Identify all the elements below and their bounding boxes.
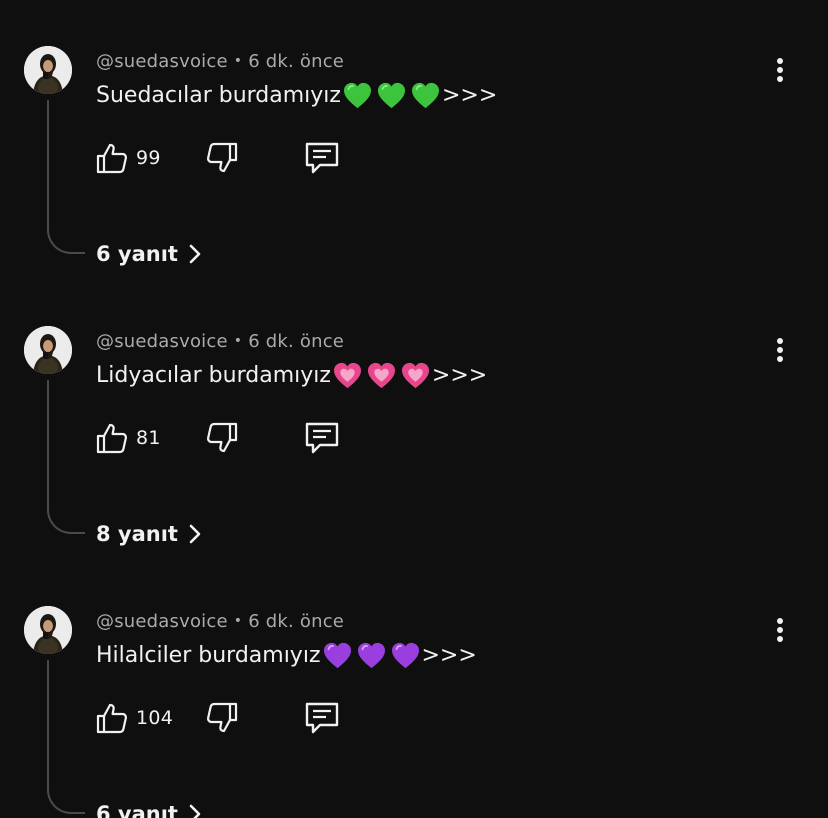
pink-heart-icon (367, 362, 395, 389)
purple-heart-icon (323, 642, 351, 669)
comment-body: Lidyacılar burdamıyız (96, 363, 331, 388)
thumbs-up-icon (96, 143, 127, 174)
purple-heart-icon (357, 642, 385, 669)
comment-time: 6 dk. önce (248, 331, 345, 352)
comment-actions: 99 (96, 140, 356, 176)
more-vertical-icon (777, 58, 783, 82)
comment-actions: 81 (96, 420, 356, 456)
meta-separator: • (233, 613, 243, 629)
more-vertical-icon (777, 338, 783, 362)
comment-icon (305, 142, 339, 174)
reply-button[interactable] (304, 700, 340, 736)
more-actions-button[interactable] (766, 56, 794, 84)
reply-button[interactable] (304, 420, 340, 456)
avatar[interactable] (24, 326, 72, 374)
green-heart-icon (411, 82, 439, 109)
comment-icon (305, 702, 339, 734)
green-heart-icon (377, 82, 405, 109)
comment-meta: @suedasvoice • 6 dk. önce (96, 51, 344, 72)
comment-suffix: >>> (431, 363, 488, 388)
reply-button[interactable] (304, 140, 340, 176)
comment-item: @suedasvoice • 6 dk. önce Lidyacılar burda… (0, 280, 828, 560)
comments-feed: @suedasvoice • 6 dk. önce Suedacılar burda… (0, 0, 828, 818)
thumbs-down-icon (207, 422, 238, 453)
comment-item: @suedasvoice • 6 dk. önce Suedacılar burda… (0, 0, 828, 280)
chevron-right-icon (189, 244, 201, 264)
author-handle[interactable]: @suedasvoice (96, 611, 228, 632)
comment-text: Hilalciler burdamıyız >>> (96, 642, 477, 669)
comment-actions: 104 (96, 700, 356, 736)
comment-icon (305, 422, 339, 454)
comment-meta: @suedasvoice • 6 dk. önce (96, 331, 344, 352)
dislike-button[interactable] (206, 700, 238, 736)
like-count: 81 (136, 427, 161, 449)
more-actions-button[interactable] (766, 336, 794, 364)
comment-suffix: >>> (421, 643, 477, 668)
thumbs-down-icon (207, 702, 238, 733)
green-heart-icon (343, 82, 371, 109)
comment-meta: @suedasvoice • 6 dk. önce (96, 611, 344, 632)
pink-heart-emojis (333, 362, 430, 389)
like-count: 99 (136, 147, 161, 169)
avatar[interactable] (24, 46, 72, 94)
replies-count-label: 6 yanıt (96, 802, 178, 818)
green-heart-emojis (343, 82, 440, 109)
meta-separator: • (233, 53, 243, 69)
like-button[interactable]: 81 (96, 420, 161, 456)
dislike-button[interactable] (206, 140, 238, 176)
more-vertical-icon (777, 618, 783, 642)
author-handle[interactable]: @suedasvoice (96, 51, 228, 72)
thumbs-up-icon (96, 423, 127, 454)
reply-thread-line (47, 660, 85, 814)
replies-count-label: 8 yanıt (96, 522, 178, 546)
pink-heart-icon (401, 362, 429, 389)
comment-item: @suedasvoice • 6 dk. önce Hilalciler burda… (0, 560, 828, 818)
like-count: 104 (136, 707, 174, 729)
comment-time: 6 dk. önce (248, 611, 345, 632)
avatar[interactable] (24, 606, 72, 654)
reply-thread-line (47, 100, 85, 254)
thumbs-up-icon (96, 703, 127, 734)
comment-body: Suedacılar burdamıyız (96, 83, 341, 108)
chevron-right-icon (189, 524, 201, 544)
comment-time: 6 dk. önce (248, 51, 345, 72)
purple-heart-icon (391, 642, 419, 669)
thumbs-down-icon (207, 142, 238, 173)
comment-body: Hilalciler burdamıyız (96, 643, 321, 668)
author-handle[interactable]: @suedasvoice (96, 331, 228, 352)
more-actions-button[interactable] (766, 616, 794, 644)
pink-heart-icon (333, 362, 361, 389)
comment-suffix: >>> (441, 83, 498, 108)
comment-text: Suedacılar burdamıyız >>> (96, 82, 497, 109)
purple-heart-emojis (323, 642, 420, 669)
view-replies-button[interactable]: 6 yanıt (96, 798, 202, 818)
dislike-button[interactable] (206, 420, 238, 456)
meta-separator: • (233, 333, 243, 349)
like-button[interactable]: 104 (96, 700, 173, 736)
comment-text: Lidyacılar burdamıyız >>> (96, 362, 487, 389)
reply-thread-line (47, 380, 85, 534)
view-replies-button[interactable]: 8 yanıt (96, 518, 202, 550)
chevron-right-icon (189, 804, 201, 818)
replies-count-label: 6 yanıt (96, 242, 178, 266)
like-button[interactable]: 99 (96, 140, 161, 176)
view-replies-button[interactable]: 6 yanıt (96, 238, 202, 270)
